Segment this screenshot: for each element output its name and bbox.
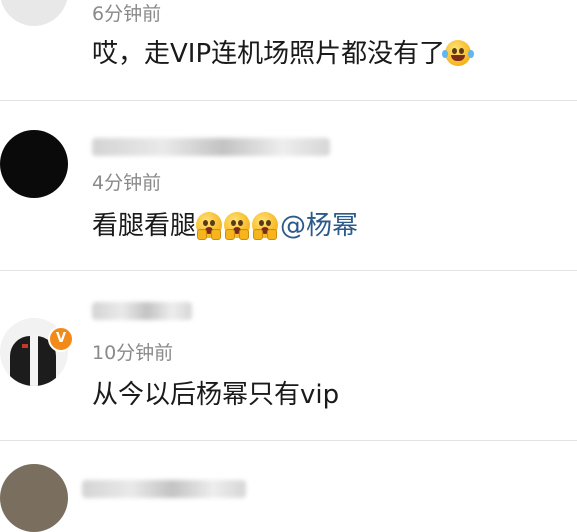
shocked-emoji-icon (224, 212, 251, 240)
avatar[interactable] (0, 130, 68, 198)
avatar[interactable] (0, 0, 68, 26)
comment-item[interactable] (0, 440, 577, 532)
username-blurred[interactable] (92, 302, 192, 320)
verified-badge-icon: V (48, 326, 74, 352)
comment-time: 10分钟前 (92, 342, 174, 364)
comment-text-body: 哎，走VIP连机场照片都没有了 (92, 39, 446, 69)
comment-time: 6分钟前 (92, 3, 162, 25)
comment-time: 4分钟前 (92, 172, 162, 194)
comment-text-body: 看腿看腿 (92, 211, 197, 241)
comment-text: 从今以后杨幂只有vip (92, 380, 340, 410)
laughing-crying-emoji-icon (442, 40, 475, 66)
mention-link[interactable]: @杨幂 (280, 211, 358, 241)
avatar[interactable] (0, 464, 68, 532)
username-blurred[interactable] (92, 138, 330, 156)
shocked-emoji-icon (196, 212, 223, 240)
username-blurred[interactable] (82, 480, 246, 498)
comment-item[interactable]: 4分钟前 看腿看腿 @杨幂 (0, 100, 577, 270)
shocked-emoji-icon (252, 212, 279, 240)
comment-item[interactable]: 6分钟前 哎，走VIP连机场照片都没有了 (0, 0, 577, 100)
comment-item[interactable]: V 10分钟前 从今以后杨幂只有vip (0, 270, 577, 440)
comment-text: 哎，走VIP连机场照片都没有了 (92, 39, 475, 69)
comment-text: 看腿看腿 @杨幂 (92, 211, 358, 241)
